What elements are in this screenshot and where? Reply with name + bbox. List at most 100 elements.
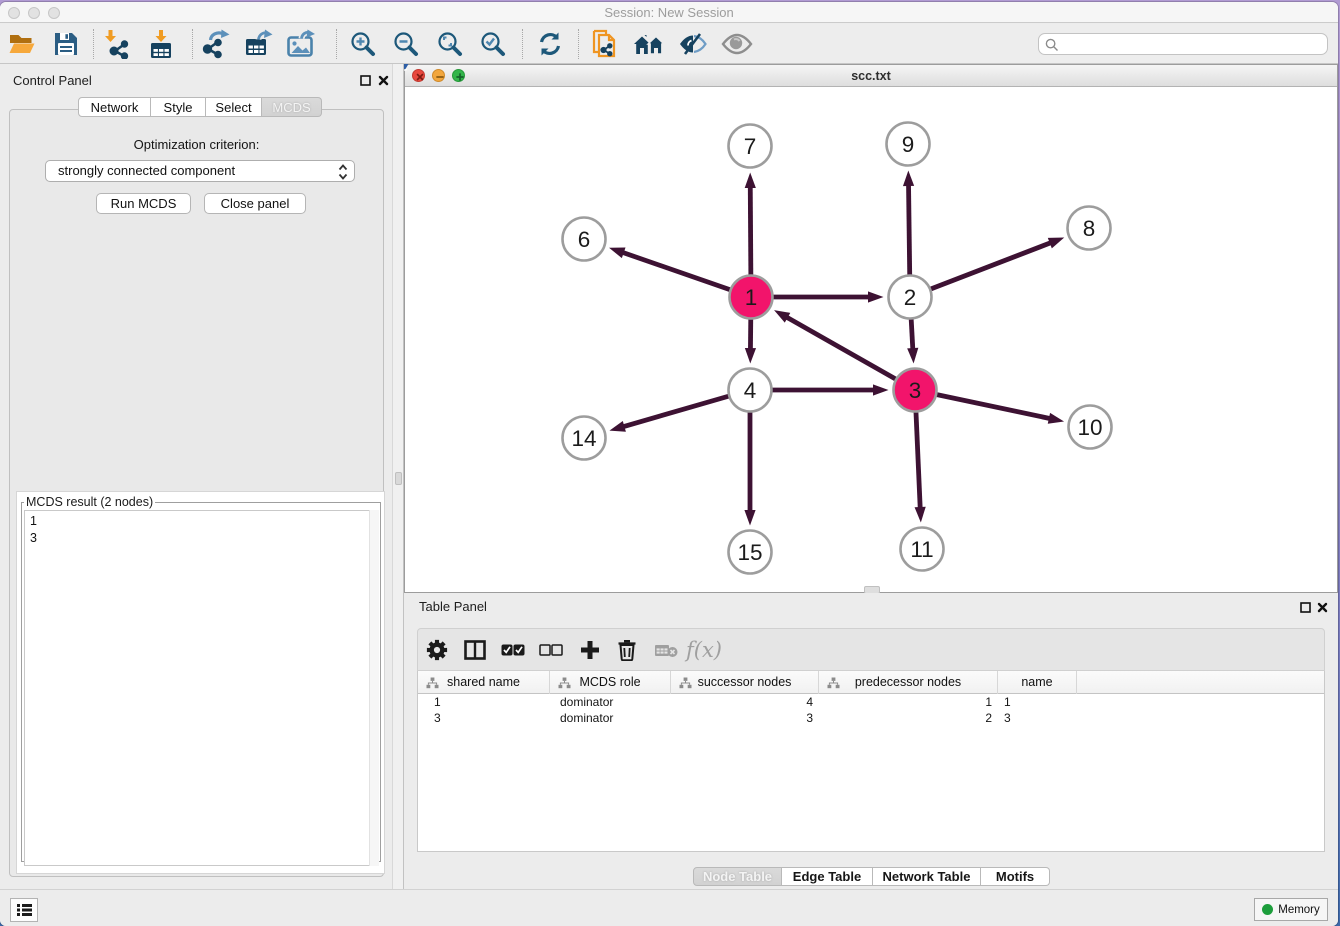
hide-eye-icon (678, 32, 708, 56)
close-icon (1317, 602, 1328, 613)
hide-details-button[interactable] (676, 27, 710, 61)
mcds-result-textarea[interactable]: 1 3 (24, 510, 378, 866)
column-header-label: MCDS role (550, 671, 670, 694)
optimization-criterion-label: Optimization criterion: (10, 137, 383, 152)
column-header-shared-name[interactable]: shared name (418, 671, 550, 694)
graph-arrowhead-4-14 (609, 421, 625, 432)
table-cell[interactable]: 3 (671, 710, 819, 726)
save-icon (53, 31, 79, 57)
tab-select[interactable]: Select (206, 97, 262, 117)
list-icon (16, 903, 32, 917)
column-header-MCDS-role[interactable]: MCDS role (550, 671, 671, 694)
toolbar-separator (578, 29, 579, 59)
task-history-button[interactable] (10, 898, 38, 922)
tab-network-table[interactable]: Network Table (873, 867, 981, 886)
search-icon (1045, 38, 1059, 52)
table-panel-close-button[interactable] (1314, 599, 1330, 615)
column-header-predecessor-nodes[interactable]: predecessor nodes (819, 671, 998, 694)
table-panel-float-button[interactable] (1297, 599, 1313, 615)
toolbar-separator (93, 29, 94, 59)
zoom-in-button[interactable] (346, 27, 380, 61)
tab-mcds[interactable]: MCDS (262, 97, 322, 117)
export-table-button[interactable] (242, 27, 276, 61)
checked-boxes-icon (501, 644, 525, 656)
tab-edge-table[interactable]: Edge Table (782, 867, 873, 886)
memory-label: Memory (1278, 904, 1320, 916)
search-field[interactable] (1038, 33, 1328, 55)
table-cell[interactable]: 2 (819, 710, 998, 726)
close-panel-button[interactable]: Close panel (204, 193, 306, 214)
network-window-titlebar[interactable]: scc.txt (405, 65, 1337, 87)
mcds-tab-panel: Optimization criterion: strongly connect… (9, 109, 384, 877)
export-network-button[interactable] (200, 27, 234, 61)
node-table: shared nameMCDS rolesuccessor nodesprede… (417, 671, 1325, 852)
table-cell[interactable]: 1 (418, 694, 550, 710)
column-header-successor-nodes[interactable]: successor nodes (671, 671, 819, 694)
graph-arrowhead-4-3 (873, 384, 889, 395)
table-row-1[interactable]: 3dominator323 (418, 710, 1324, 726)
select-all-columns-button[interactable] (497, 634, 529, 666)
table-cell[interactable]: 3 (998, 710, 1077, 726)
add-column-button[interactable] (574, 634, 606, 666)
mcds-result-legend: MCDS result (2 nodes) (24, 495, 155, 509)
column-header-name[interactable]: name (998, 671, 1077, 694)
control-panel-float-button[interactable] (357, 72, 373, 88)
tab-style[interactable]: Style (151, 97, 206, 117)
network-canvas[interactable]: 1234678910111415 (405, 87, 1337, 592)
export-table-icon (244, 29, 274, 59)
close-icon (378, 75, 389, 86)
deselect-all-columns-button[interactable] (535, 634, 567, 666)
memory-button[interactable]: Memory (1254, 898, 1328, 921)
vertical-splitter[interactable] (392, 64, 404, 889)
graph-node-label-10: 10 (1077, 415, 1102, 440)
tab-node-table[interactable]: Node Table (693, 867, 782, 886)
float-icon (1300, 602, 1311, 613)
table-cell[interactable]: 1 (819, 694, 998, 710)
home-button[interactable] (632, 27, 666, 61)
criterion-select[interactable]: strongly connected component (45, 160, 355, 182)
share-document-icon (591, 29, 619, 59)
zoom-fit-button[interactable] (433, 27, 467, 61)
table-cell[interactable]: 1 (998, 694, 1077, 710)
application-window: Session: New Session (0, 2, 1338, 926)
search-input[interactable] (1063, 35, 1323, 53)
zoom-out-button[interactable] (389, 27, 423, 61)
run-mcds-button[interactable]: Run MCDS (96, 193, 191, 214)
table-cell[interactable]: dominator (550, 694, 671, 710)
zoom-in-icon (350, 31, 376, 57)
delete-table-button[interactable] (650, 634, 682, 666)
graph-node-label-15: 15 (737, 540, 762, 565)
table-cell[interactable]: 3 (418, 710, 550, 726)
control-panel-close-button[interactable] (375, 72, 391, 88)
split-columns-icon (464, 640, 486, 660)
float-icon (360, 75, 371, 86)
tab-motifs[interactable]: Motifs (981, 867, 1050, 886)
table-row-0[interactable]: 1dominator411 (418, 694, 1324, 710)
tab-network[interactable]: Network (78, 97, 151, 117)
refresh-button[interactable] (533, 27, 567, 61)
plus-icon (580, 640, 600, 660)
toolbar-separator (192, 29, 193, 59)
open-session-button[interactable] (5, 27, 39, 61)
zoom-fit-icon (437, 31, 463, 57)
zoom-selected-button[interactable] (476, 27, 510, 61)
import-table-button[interactable] (144, 27, 178, 61)
table-settings-button[interactable] (421, 634, 453, 666)
import-network-button[interactable] (100, 27, 134, 61)
split-columns-button[interactable] (459, 634, 491, 666)
share-document-button[interactable] (588, 27, 622, 61)
function-builder-button[interactable]: f(x) (688, 634, 720, 666)
graph-node-label-4: 4 (744, 378, 757, 403)
import-table-icon (148, 29, 174, 59)
export-image-button[interactable] (284, 27, 318, 61)
table-tabs: Node Table Edge Table Network Table Moti… (693, 867, 1050, 886)
delete-columns-button[interactable] (611, 634, 643, 666)
save-session-button[interactable] (49, 27, 83, 61)
table-cell[interactable]: 4 (671, 694, 819, 710)
splitter-grip[interactable] (395, 472, 402, 485)
show-details-button[interactable] (720, 27, 754, 61)
table-cell[interactable]: dominator (550, 710, 671, 726)
column-header-label: successor nodes (671, 671, 818, 694)
column-header-label: shared name (418, 671, 549, 694)
result-scrollbar[interactable] (369, 510, 379, 866)
